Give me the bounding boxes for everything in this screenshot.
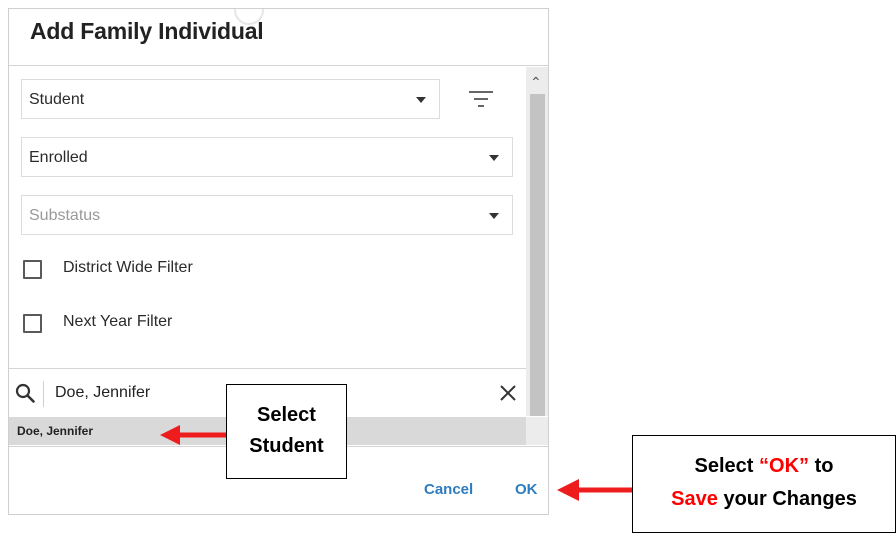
ok-button[interactable]: OK	[515, 481, 538, 498]
district-wide-filter-label: District Wide Filter	[63, 259, 193, 276]
callout-text: to	[814, 455, 834, 477]
dialog-title: Add Family Individual	[30, 18, 264, 44]
scroll-up-icon[interactable]: ⌃	[530, 75, 542, 89]
enrollment-status-value: Enrolled	[29, 149, 88, 166]
type-select-value: Student	[29, 91, 85, 108]
callout-line: Select	[257, 404, 316, 426]
close-icon[interactable]	[499, 384, 517, 402]
scrollbar-thumb[interactable]	[530, 94, 545, 416]
search-divider	[43, 381, 44, 407]
filter-icon[interactable]	[468, 89, 494, 109]
search-icon	[15, 383, 35, 403]
select-student-callout: Select Student	[226, 384, 347, 479]
select-ok-callout: Select “OK” to Save your Changes	[632, 435, 896, 533]
callout-line: Select “OK” to	[633, 450, 895, 483]
callout-line: Student	[249, 435, 324, 457]
chevron-down-icon	[416, 97, 426, 103]
callout-highlight: “OK”	[759, 455, 810, 477]
callout-line: Save your Changes	[633, 483, 895, 516]
substatus-select[interactable]: Substatus	[21, 195, 513, 235]
enrollment-status-select[interactable]: Enrolled	[21, 137, 513, 177]
chevron-down-icon	[489, 213, 499, 219]
arrow-to-ok-icon	[557, 479, 632, 501]
callout-text: your Changes	[723, 488, 857, 510]
next-year-filter-label: Next Year Filter	[63, 313, 173, 330]
search-result-label: Doe, Jennifer	[17, 424, 94, 438]
next-year-filter-checkbox[interactable]	[23, 314, 42, 333]
district-wide-filter-checkbox[interactable]	[23, 260, 42, 279]
substatus-placeholder: Substatus	[29, 207, 101, 224]
arrow-to-student-icon	[160, 425, 228, 445]
callout-text: Select	[694, 455, 754, 477]
scrollbar[interactable]: ⌃	[526, 67, 548, 416]
result-scroll-gutter	[526, 417, 548, 445]
callout-highlight: Save	[671, 488, 718, 510]
cancel-button[interactable]: Cancel	[424, 481, 473, 498]
dialog-header: Add Family Individual	[9, 9, 548, 66]
chevron-down-icon	[489, 155, 499, 161]
type-select[interactable]: Student	[21, 79, 440, 119]
